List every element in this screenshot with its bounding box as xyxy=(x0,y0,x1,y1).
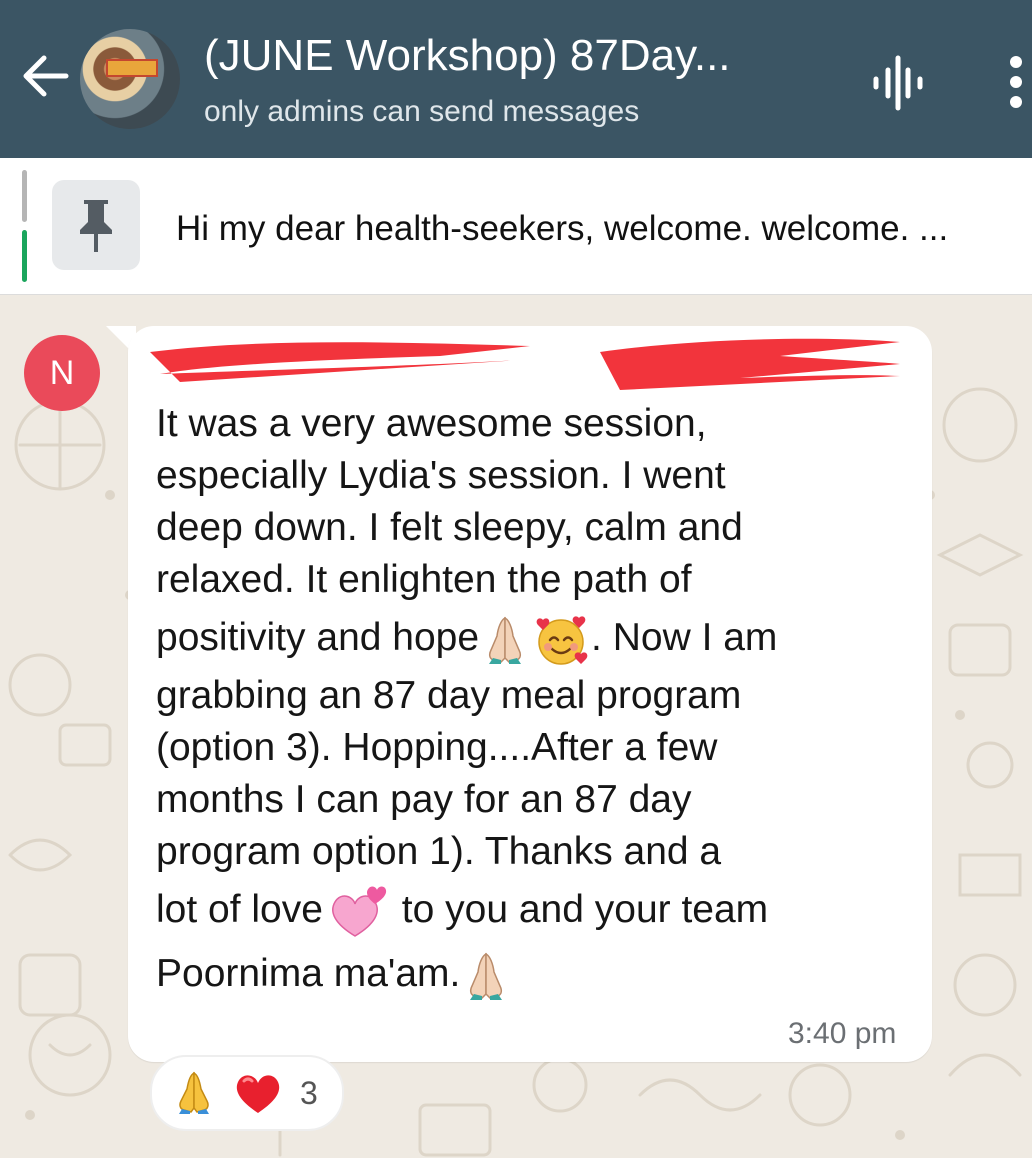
message-line: positivity and hope . Now I am xyxy=(156,606,916,670)
more-vertical-icon xyxy=(1010,56,1022,108)
message-fragment: positivity and hope xyxy=(156,616,480,659)
message-line: deep down. I felt sleepy, calm and xyxy=(156,506,743,549)
pinned-indicator-active xyxy=(22,230,27,282)
pin-icon xyxy=(80,200,112,252)
back-button[interactable] xyxy=(18,44,74,108)
more-options-button[interactable] xyxy=(996,50,1032,114)
message-line: Poornima ma'am. xyxy=(156,942,916,1006)
message-fragment: Poornima ma'am. xyxy=(156,952,461,995)
pinned-indicator-inactive xyxy=(22,170,27,222)
message-line: relaxed. It enlighten the path of xyxy=(156,558,692,601)
chat-header: (JUNE Workshop) 87Day... only admins can… xyxy=(0,0,1032,158)
folded-hands-emoji xyxy=(470,952,503,1000)
message-line: months I can pay for an 87 day xyxy=(156,778,692,821)
folded-hands-emoji xyxy=(179,1071,209,1114)
arrow-left-icon xyxy=(23,55,69,97)
voice-chat-icon xyxy=(873,55,923,111)
message-text: It was a very awesome session, especiall… xyxy=(156,398,916,1006)
message-fragment: . Now I am xyxy=(591,616,778,659)
message-timestamp: 3:40 pm xyxy=(788,1017,897,1050)
sender-avatar[interactable]: N xyxy=(24,335,100,411)
message-line: (option 3). Hopping....After a few xyxy=(156,726,718,769)
red-heart-emoji xyxy=(236,1075,280,1113)
message-line: grabbing an 87 day meal program xyxy=(156,674,742,717)
chat-title[interactable]: (JUNE Workshop) 87Day... xyxy=(204,30,731,82)
chat-subtitle[interactable]: only admins can send messages xyxy=(204,94,639,130)
reactions-pill[interactable]: 3 xyxy=(150,1055,344,1131)
reaction-count: 3 xyxy=(300,1075,318,1111)
message-fragment: lot of love xyxy=(156,888,323,931)
pin-icon-box xyxy=(52,180,140,270)
smiling-face-with-hearts-emoji xyxy=(536,616,588,665)
pinned-message-bar[interactable]: Hi my dear health-seekers, welcome. welc… xyxy=(0,158,1032,295)
message-line: It was a very awesome session, xyxy=(156,402,707,445)
message-line: program option 1). Thanks and a xyxy=(156,830,722,873)
pinned-message-text: Hi my dear health-seekers, welcome. welc… xyxy=(176,209,949,248)
voice-chat-button[interactable] xyxy=(866,52,928,114)
group-avatar[interactable] xyxy=(80,29,180,129)
message-fragment: to you and your team xyxy=(390,888,769,931)
message-line: lot of love to you and your team xyxy=(156,878,916,942)
message-line: especially Lydia's session. I went xyxy=(156,454,726,497)
two-hearts-emoji xyxy=(331,886,387,937)
folded-hands-emoji xyxy=(488,616,522,664)
redacted-sender-name xyxy=(150,338,900,390)
